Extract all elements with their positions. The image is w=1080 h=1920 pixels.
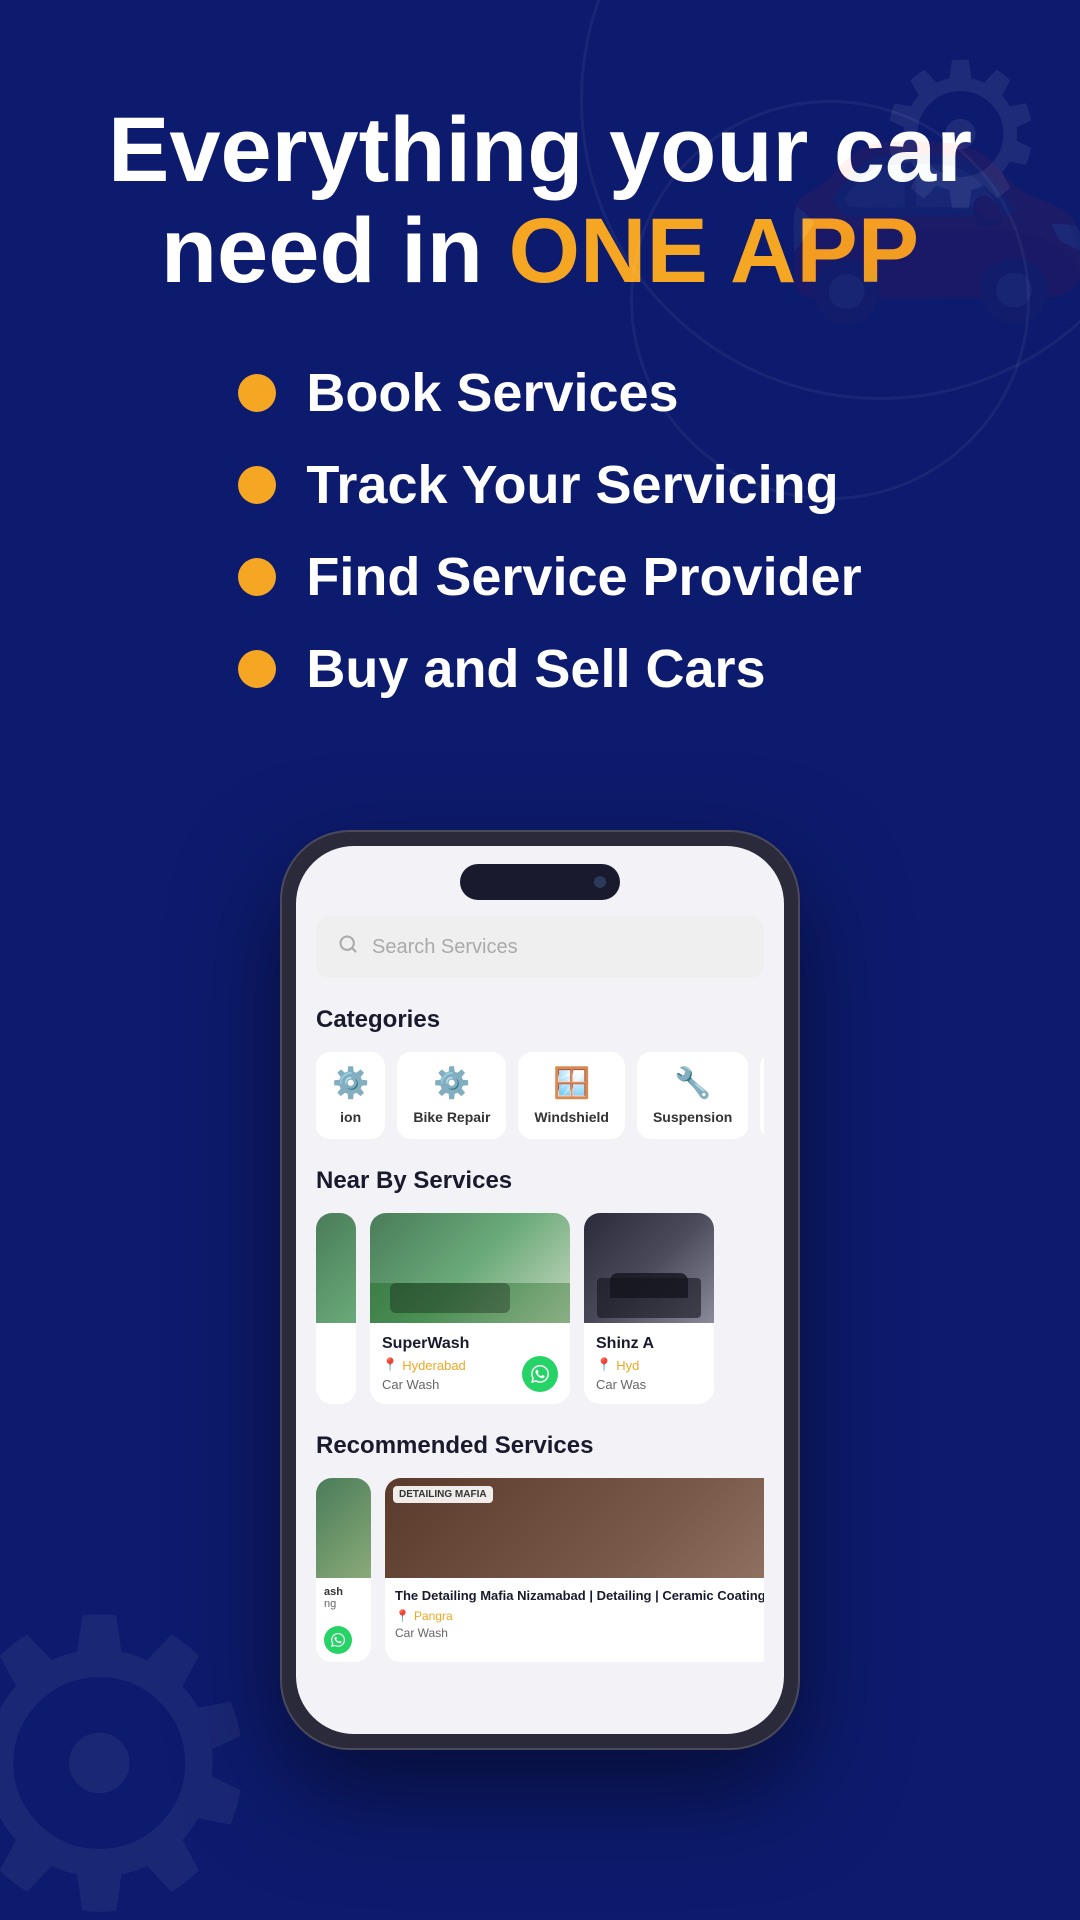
bullet-find (238, 558, 276, 596)
nearby-title: Near By Services (316, 1167, 764, 1195)
hero-title-line1: Everything your car (108, 99, 972, 201)
bullet-buy (238, 650, 276, 688)
category-tyres[interactable]: ⭕ Tyres (760, 1052, 764, 1139)
hero-title: Everything your car need in ONE APP (60, 100, 1020, 302)
detailing-info: The Detailing Mafia Nizamabad | Detailin… (385, 1578, 764, 1650)
search-icon (338, 934, 358, 960)
search-placeholder: Search Services (372, 936, 518, 959)
categories-title: Categories (316, 1006, 764, 1034)
rec-card-detailing[interactable]: DETAILING MAFIA The Detailing Mafia Niza… (385, 1478, 764, 1662)
category-partial[interactable]: ⚙️ ion (316, 1052, 385, 1139)
shinz-info: Shinz A 📍 Hyd Car Was (584, 1323, 714, 1404)
category-windshield-label: Windshield (534, 1109, 609, 1125)
phone-container: Search Services Categories ⚙️ ion ⚙️ Bik… (0, 830, 1080, 1750)
feature-track: Track Your Servicing (238, 454, 861, 516)
shinz-img (584, 1213, 714, 1323)
shinz-city: Hyd (616, 1358, 639, 1373)
rec-card-partial-left: ash ng (316, 1478, 371, 1662)
category-partial-label: ion (340, 1109, 361, 1125)
car-shape (390, 1283, 510, 1313)
feature-buy: Buy and Sell Cars (238, 638, 861, 700)
detailing-type: Car Wash (395, 1626, 764, 1640)
category-windshield[interactable]: 🪟 Windshield (518, 1052, 625, 1139)
camera-dot (594, 876, 606, 888)
category-bike-repair-label: Bike Repair (413, 1109, 490, 1125)
shinz-type: Car Was (596, 1377, 702, 1392)
shinz-name: Shinz A (596, 1335, 702, 1353)
bike-repair-icon: ⚙️ (433, 1066, 470, 1101)
nearby-section: Near By Services (316, 1167, 764, 1404)
categories-scroll: ⚙️ ion ⚙️ Bike Repair 🪟 Windshield (316, 1052, 764, 1139)
shinz-pin-icon: 📍 (596, 1357, 612, 1373)
dynamic-island (460, 864, 620, 900)
detailing-location: 📍 Pangra (395, 1609, 764, 1623)
feature-book-text: Book Services (306, 362, 678, 424)
superwash-name: SuperWash (382, 1335, 558, 1353)
shinz-location: 📍 Hyd (596, 1357, 702, 1373)
location-pin-icon: 📍 (382, 1357, 398, 1373)
partial-card-info (316, 1323, 356, 1343)
partial-rec-img (316, 1478, 371, 1578)
partial-rec-info: ash ng (316, 1578, 371, 1662)
hero-section: Everything your car need in ONE APP Book… (0, 0, 1080, 790)
partial-rec-whatsapp (324, 1626, 363, 1654)
car-roof (610, 1273, 688, 1298)
service-card-shinz[interactable]: Shinz A 📍 Hyd Car Was (584, 1213, 714, 1404)
category-suspension-label: Suspension (653, 1109, 732, 1125)
service-card-superwash[interactable]: SuperWash 📍 Hyderabad Car Wash (370, 1213, 570, 1404)
service-card-partial-left (316, 1213, 356, 1404)
feature-book: Book Services (238, 362, 861, 424)
category-bike-repair[interactable]: ⚙️ Bike Repair (397, 1052, 506, 1139)
category-partial-icon: ⚙️ (332, 1066, 369, 1101)
feature-find-text: Find Service Provider (306, 546, 861, 608)
superwash-img (370, 1213, 570, 1323)
hero-title-highlight: ONE APP (508, 200, 919, 302)
hero-title-line2: need in (161, 200, 509, 302)
partial-rec-sub: ng (324, 1598, 363, 1610)
feature-list: Book Services Track Your Servicing Find … (238, 362, 861, 730)
recommended-scroll: ash ng (316, 1478, 764, 1662)
recommended-section: Recommended Services ash ng (316, 1432, 764, 1662)
phone-inner: Search Services Categories ⚙️ ion ⚙️ Bik… (296, 846, 784, 1734)
detailing-city: Pangra (414, 1609, 453, 1623)
categories-section: Categories ⚙️ ion ⚙️ Bike Repair 🪟 (316, 1006, 764, 1139)
category-suspension[interactable]: 🔧 Suspension (637, 1052, 748, 1139)
phone-mockup: Search Services Categories ⚙️ ion ⚙️ Bik… (280, 830, 800, 1750)
detailing-img-label: DETAILING MAFIA (393, 1486, 493, 1503)
suspension-icon: 🔧 (674, 1066, 711, 1101)
search-bar[interactable]: Search Services (316, 916, 764, 978)
feature-find: Find Service Provider (238, 546, 861, 608)
superwash-city: Hyderabad (402, 1358, 466, 1373)
detailing-pin-icon: 📍 (395, 1609, 410, 1623)
detailing-img: DETAILING MAFIA (385, 1478, 764, 1578)
nearby-scroll: SuperWash 📍 Hyderabad Car Wash (316, 1213, 764, 1404)
app-content: Search Services Categories ⚙️ ion ⚙️ Bik… (296, 916, 784, 1734)
windshield-icon: 🪟 (553, 1066, 590, 1101)
partial-card-img (316, 1213, 356, 1323)
bullet-book (238, 374, 276, 412)
detailing-name: The Detailing Mafia Nizamabad | Detailin… (395, 1588, 764, 1605)
feature-buy-text: Buy and Sell Cars (306, 638, 765, 700)
partial-whatsapp-icon[interactable] (324, 1626, 352, 1654)
feature-track-text: Track Your Servicing (306, 454, 838, 516)
bullet-track (238, 466, 276, 504)
partial-rec-label-ash: ash (324, 1586, 363, 1598)
recommended-title: Recommended Services (316, 1432, 764, 1460)
